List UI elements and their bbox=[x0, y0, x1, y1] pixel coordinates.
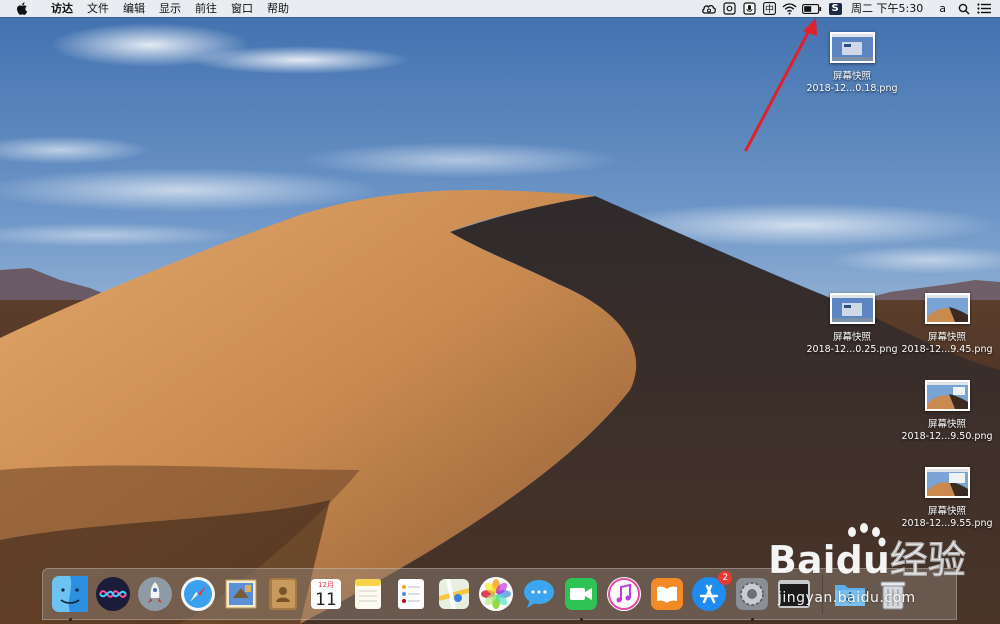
file-name: 2018-12...0.25.png bbox=[806, 344, 898, 355]
menu-bar: 访达 文件 编辑 显示 前往 窗口 帮助 中 S 周二 下午5:30 a bbox=[0, 0, 1000, 17]
file-title: 屏幕快照 bbox=[832, 71, 871, 82]
desktop-file[interactable]: 屏幕快照 2018-12...0.18.png bbox=[802, 32, 902, 95]
input-method-icon[interactable]: 中 bbox=[759, 0, 779, 17]
file-name: 2018-12...9.50.png bbox=[901, 431, 993, 442]
file-thumbnail bbox=[829, 293, 875, 324]
contacts-icon[interactable] bbox=[265, 576, 301, 612]
finder-icon[interactable] bbox=[52, 576, 89, 621]
apple-icon[interactable] bbox=[14, 2, 30, 15]
notification-badge: 2 bbox=[718, 571, 733, 585]
desktop-file[interactable]: 屏幕快照 2018-12...9.55.png bbox=[897, 467, 997, 530]
microphone-icon[interactable] bbox=[739, 0, 759, 17]
search-icon[interactable] bbox=[954, 0, 974, 17]
photos-icon[interactable] bbox=[478, 576, 514, 612]
file-name: 2018-12...9.45.png bbox=[901, 344, 993, 355]
battery-icon[interactable] bbox=[799, 0, 825, 17]
menu-window[interactable]: 窗口 bbox=[224, 0, 260, 17]
menubar-clock[interactable]: 周二 下午5:30 bbox=[845, 0, 931, 17]
file-thumbnail bbox=[924, 380, 970, 411]
menu-file[interactable]: 文件 bbox=[80, 0, 116, 17]
maps-icon[interactable] bbox=[436, 576, 472, 612]
safari-icon[interactable] bbox=[180, 576, 216, 612]
file-thumbnail bbox=[924, 293, 970, 324]
messages-icon[interactable] bbox=[521, 576, 557, 612]
system-preferences-icon[interactable] bbox=[734, 576, 770, 621]
file-thumbnail bbox=[829, 32, 875, 63]
siri-icon[interactable] bbox=[95, 576, 131, 612]
desktop-file[interactable]: 屏幕快照 2018-12...9.50.png bbox=[897, 380, 997, 443]
file-title: 屏幕快照 bbox=[927, 506, 966, 517]
terminal-icon[interactable] bbox=[776, 576, 812, 612]
desktop-file[interactable]: 屏幕快照 2018-12...0.25.png bbox=[802, 293, 902, 356]
menu-edit[interactable]: 编辑 bbox=[116, 0, 152, 17]
trash-icon[interactable] bbox=[875, 576, 911, 612]
facetime-icon[interactable] bbox=[563, 576, 599, 621]
notes-icon[interactable] bbox=[350, 576, 386, 612]
menu-help[interactable]: 帮助 bbox=[260, 0, 296, 17]
reminders-icon[interactable] bbox=[393, 576, 429, 612]
svg-text:11: 11 bbox=[315, 590, 337, 610]
menu-view[interactable]: 显示 bbox=[152, 0, 188, 17]
dock-separator bbox=[821, 574, 823, 614]
dock: 12月 11 2 bbox=[42, 568, 957, 621]
app-store-icon[interactable]: 2 bbox=[691, 571, 733, 612]
camera-icon[interactable] bbox=[719, 0, 739, 17]
menu-finder[interactable]: 访达 bbox=[44, 0, 80, 17]
mail-icon[interactable] bbox=[223, 576, 259, 612]
file-name: 2018-12...0.18.png bbox=[806, 83, 898, 94]
itunes-icon[interactable] bbox=[606, 576, 642, 612]
file-name: 2018-12...9.55.png bbox=[901, 518, 993, 529]
ibooks-icon[interactable] bbox=[649, 576, 685, 612]
file-title: 屏幕快照 bbox=[927, 419, 966, 430]
file-title: 屏幕快照 bbox=[927, 332, 966, 343]
downloads-folder-icon[interactable] bbox=[832, 576, 868, 612]
running-indicator bbox=[750, 618, 754, 621]
svg-text:12月: 12月 bbox=[318, 581, 334, 589]
launchpad-icon[interactable] bbox=[137, 576, 173, 612]
creative-cloud-icon[interactable] bbox=[699, 0, 719, 17]
list-icon[interactable] bbox=[974, 0, 994, 17]
svg-text:中: 中 bbox=[765, 3, 774, 15]
desktop-file[interactable]: 屏幕快照 2018-12...9.45.png bbox=[897, 293, 997, 356]
menu-go[interactable]: 前往 bbox=[188, 0, 224, 17]
calendar-icon[interactable]: 12月 11 bbox=[308, 576, 344, 612]
sogou-input-icon[interactable]: S bbox=[825, 0, 845, 17]
user-name[interactable]: a bbox=[931, 0, 954, 17]
file-title: 屏幕快照 bbox=[832, 332, 871, 343]
file-thumbnail bbox=[924, 467, 970, 498]
wifi-icon[interactable] bbox=[779, 0, 799, 17]
